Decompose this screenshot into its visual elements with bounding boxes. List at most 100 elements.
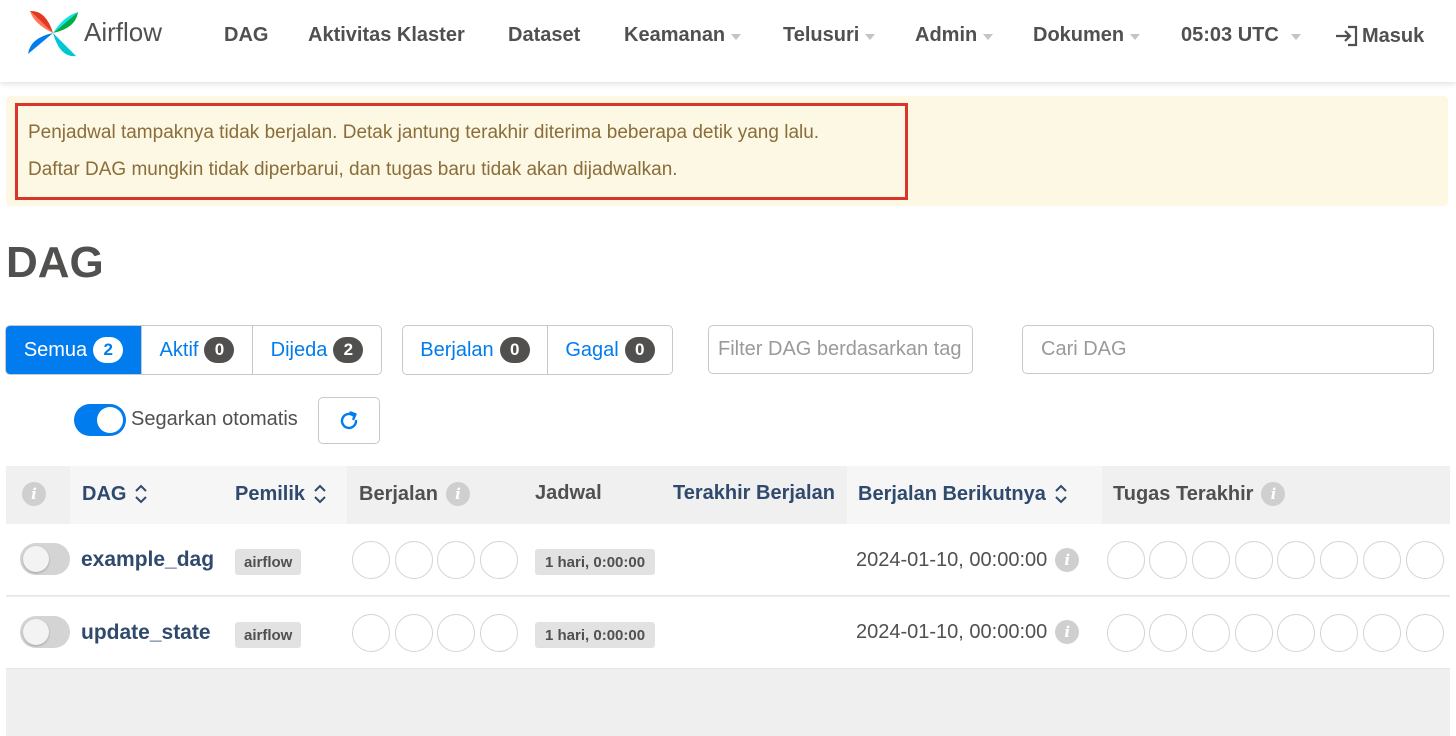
pause-toggle[interactable] [20,543,70,575]
header-schedule: Jadwal [535,482,602,505]
nav-browse[interactable]: Telusuri [783,24,876,47]
info-icon[interactable]: i [1055,620,1080,644]
filter-running-label: Berjalan [420,338,494,361]
filter-active-button[interactable]: Aktif 0 [142,326,253,374]
owner-tag[interactable]: airflow [235,549,302,575]
navbar: Airflow DAG Aktivitas Klaster Dataset Ke… [0,0,1456,82]
chevron-down-icon [1290,34,1301,40]
header-next-run[interactable]: Berjalan Berikutnya [858,482,1068,506]
run-filter-group: Berjalan 0 Gagal 0 [402,325,673,375]
table-row: update_state airflow 1 hari, 0:00:00 202… [6,597,1450,669]
nav-docs[interactable]: Dokumen [1033,24,1141,47]
header-runs: Berjalan i [359,482,470,506]
brand-link[interactable]: Airflow [26,6,162,60]
header-owner[interactable]: Pemilik [235,482,327,506]
header-last-run-label: Terakhir Berjalan [673,482,835,504]
tag-filter-input[interactable]: Filter DAG berdasarkan tag [708,325,973,374]
nav-datasets-label: Dataset [508,24,581,46]
info-icon[interactable]: i [445,482,470,506]
task-status-circle[interactable] [1320,541,1358,579]
next-run-cell: 2024-01-10, 00:00:00 i [856,548,1080,572]
task-status-circle[interactable] [1107,541,1145,579]
schedule-tag[interactable]: 1 hari, 0:00:00 [535,622,656,648]
filter-all-count: 2 [93,337,124,363]
header-last-run[interactable]: Terakhir Berjalan [673,482,835,505]
nav-clock[interactable]: 05:03 UTC [1181,24,1301,47]
page-title: DAG [6,238,104,287]
info-icon[interactable]: i [1261,482,1286,506]
task-status-circle[interactable] [1363,541,1401,579]
nav-admin[interactable]: Admin [915,24,994,47]
header-recent-tasks-label: Tugas Terakhir [1113,482,1254,505]
refresh-button[interactable] [318,397,380,444]
search-dag-input[interactable]: Cari DAG [1022,325,1434,374]
nav-admin-label: Admin [915,24,978,46]
refresh-icon [340,410,358,429]
task-status-circle[interactable] [1235,614,1273,652]
owner-tag[interactable]: airflow [235,622,302,648]
schedule-tag[interactable]: 1 hari, 0:00:00 [535,549,656,575]
run-status-circle[interactable] [352,541,390,579]
nav-datasets[interactable]: Dataset [508,24,580,47]
filter-all-label: Semua [23,338,88,361]
header-info[interactable]: i [22,482,46,506]
filter-running-count: 0 [499,337,530,363]
header-runs-label: Berjalan [359,482,438,505]
filter-failed-button[interactable]: Gagal 0 [548,326,672,374]
auto-refresh-toggle[interactable] [74,404,126,436]
nav-dag-label: DAG [224,24,269,46]
toggle-knob [23,546,49,572]
filter-failed-count: 0 [624,337,655,363]
status-filter-group: Semua 2 Aktif 0 Dijeda 2 [5,325,382,375]
task-status-circle[interactable] [1192,541,1230,579]
next-run-value: 2024-01-10, 00:00:00 [856,548,1048,571]
header-owner-label: Pemilik [235,482,306,505]
task-status-circle[interactable] [1406,614,1444,652]
toggle-knob [23,619,49,645]
task-status-circle[interactable] [1149,541,1187,579]
filter-running-button[interactable]: Berjalan 0 [403,326,548,374]
clock-label: 05:03 UTC [1181,24,1279,46]
run-status-circle[interactable] [437,614,475,652]
header-recent-tasks: Tugas Terakhir i [1113,482,1286,506]
nav-security[interactable]: Keamanan [624,24,742,47]
task-status-circle[interactable] [1406,541,1444,579]
task-status-circle[interactable] [1277,541,1315,579]
pause-toggle[interactable] [20,616,70,648]
task-status-circle[interactable] [1277,614,1315,652]
chevron-down-icon [1130,34,1141,40]
run-status-circle[interactable] [480,614,518,652]
run-status-circle[interactable] [395,614,433,652]
filter-active-count: 0 [204,337,235,363]
nav-security-label: Keamanan [624,24,726,46]
filter-paused-button[interactable]: Dijeda 2 [253,326,381,374]
task-status-circle[interactable] [1107,614,1145,652]
dag-id-link[interactable]: update_state [81,621,211,645]
header-schedule-label: Jadwal [535,482,602,504]
login-link[interactable]: Masuk [1334,24,1424,48]
nav-cluster-activity[interactable]: Aktivitas Klaster [308,24,465,47]
run-status-circle[interactable] [480,541,518,579]
task-status-circle[interactable] [1192,614,1230,652]
login-label: Masuk [1362,24,1425,47]
task-status-circle[interactable] [1320,614,1358,652]
task-status-circle[interactable] [1235,541,1273,579]
alert-highlight-box [15,103,908,200]
run-status-circle[interactable] [437,541,475,579]
info-icon[interactable]: i [1055,548,1080,572]
nav-docs-label: Dokumen [1033,24,1125,46]
filter-paused-label: Dijeda [270,338,328,361]
nav-cluster-activity-label: Aktivitas Klaster [308,24,465,46]
run-status-circle[interactable] [395,541,433,579]
task-status-circle[interactable] [1363,614,1401,652]
run-status-circle[interactable] [352,614,390,652]
header-next-run-label: Berjalan Berikutnya [858,482,1046,505]
tag-filter-placeholder: Filter DAG berdasarkan tag [718,338,962,360]
filter-all-button[interactable]: Semua 2 [6,326,142,374]
next-run-cell: 2024-01-10, 00:00:00 i [856,620,1080,644]
chevron-down-icon [983,34,994,40]
task-status-circle[interactable] [1149,614,1187,652]
dag-id-link[interactable]: example_dag [81,548,214,572]
header-dag[interactable]: DAG [82,482,148,506]
nav-dag[interactable]: DAG [224,24,268,47]
